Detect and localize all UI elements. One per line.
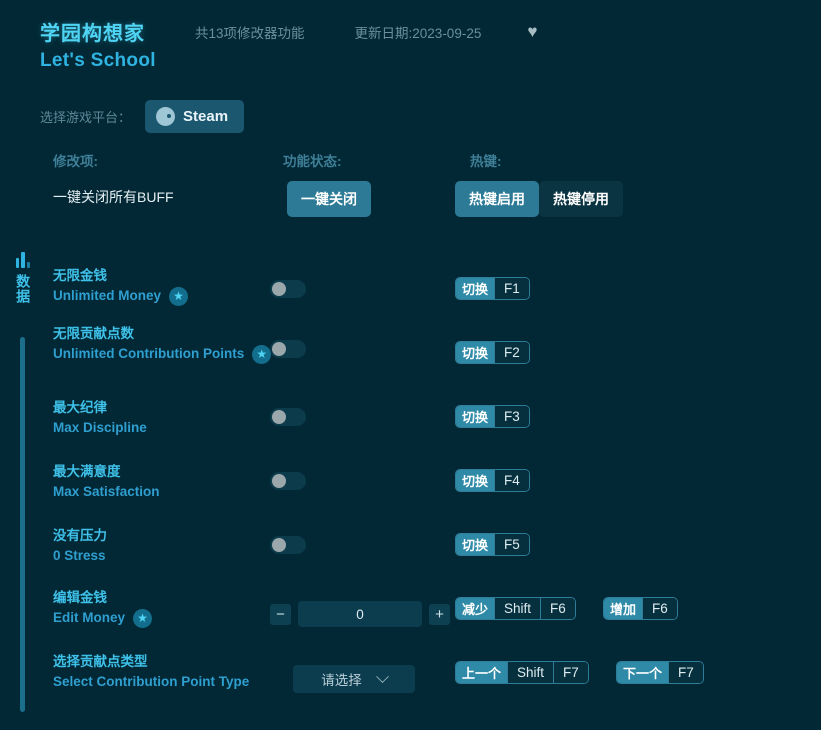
feature-name-block: 选择贡献点类型 Select Contribution Point Type bbox=[53, 652, 303, 692]
sidebar-item-label: 数据 bbox=[13, 274, 33, 304]
minus-icon[interactable]: − bbox=[270, 604, 291, 625]
chevron-down-icon bbox=[376, 670, 389, 683]
page-subtitle: Let's School bbox=[40, 50, 156, 72]
value-input[interactable] bbox=[298, 601, 422, 627]
feature-name-cn: 选择贡献点类型 bbox=[53, 652, 303, 672]
column-header-item: 修改项: bbox=[53, 150, 98, 170]
feature-name-block: 没有压力 0 Stress bbox=[53, 526, 303, 566]
hotkey-action-label: 切换 bbox=[456, 470, 494, 491]
hotkey-key: F2 bbox=[494, 342, 529, 363]
feature-name-block: 无限贡献点数 Unlimited Contribution Points bbox=[53, 324, 303, 364]
feature-name-en: Unlimited Money bbox=[53, 288, 161, 303]
feature-name-cn: 编辑金钱 bbox=[53, 588, 303, 608]
hotkey-action-label: 切换 bbox=[456, 278, 494, 299]
feature-name-cn: 没有压力 bbox=[53, 526, 303, 546]
trainer-panel: 学园构想家 共13项修改器功能 更新日期:2023-09-25 ♥ Let's … bbox=[0, 0, 821, 730]
plus-icon[interactable]: + bbox=[429, 604, 450, 625]
column-header-state: 功能状态: bbox=[283, 150, 342, 170]
bar-chart-icon bbox=[16, 252, 31, 268]
sidebar: 数据 bbox=[0, 252, 44, 712]
feature-name-cn: 无限贡献点数 bbox=[53, 324, 303, 344]
type-select-value: 请选择 bbox=[321, 669, 362, 689]
column-headers: 修改项: 功能状态: 热键: bbox=[0, 150, 821, 170]
platform-steam-button[interactable]: Steam bbox=[145, 100, 244, 133]
hotkey-key: F1 bbox=[494, 278, 529, 299]
feature-toggle[interactable] bbox=[270, 536, 306, 554]
hotkey-key: F6 bbox=[540, 598, 575, 619]
feature-name-en: Select Contribution Point Type bbox=[53, 674, 249, 689]
platform-selector: 选择游戏平台： Steam bbox=[40, 100, 244, 133]
global-buff-label: 一键关闭所有BUFF bbox=[53, 187, 174, 207]
hotkey-chip[interactable]: 上一个ShiftF7 bbox=[455, 661, 589, 684]
header-title-row: 学园构想家 共13项修改器功能 更新日期:2023-09-25 ♥ bbox=[40, 17, 537, 46]
hotkey-action-label: 上一个 bbox=[456, 662, 507, 683]
star-icon[interactable] bbox=[252, 345, 271, 364]
hotkey-key: F5 bbox=[494, 534, 529, 555]
hotkey-chip[interactable]: 切换F2 bbox=[455, 341, 530, 364]
sidebar-item-data[interactable]: 数据 bbox=[8, 252, 38, 304]
hotkey-action-label: 切换 bbox=[456, 342, 494, 363]
hotkey-chip[interactable]: 减少ShiftF6 bbox=[455, 597, 576, 620]
feature-toggle[interactable] bbox=[270, 280, 306, 298]
feature-name-cn: 无限金钱 bbox=[53, 266, 303, 286]
feature-toggle[interactable] bbox=[270, 408, 306, 426]
hotkey-action-label: 下一个 bbox=[617, 662, 668, 683]
update-date: 更新日期:2023-09-25 bbox=[355, 22, 482, 42]
feature-name-block: 编辑金钱 Edit Money bbox=[53, 588, 303, 628]
hotkey-enable-button[interactable]: 热键启用 bbox=[455, 181, 539, 217]
steam-icon bbox=[156, 107, 175, 126]
page-title: 学园构想家 bbox=[40, 17, 145, 46]
hotkey-chip[interactable]: 增加F6 bbox=[603, 597, 678, 620]
hotkey-key: Shift bbox=[494, 598, 540, 619]
platform-steam-label: Steam bbox=[183, 108, 228, 125]
hotkey-key: F7 bbox=[553, 662, 588, 683]
feature-name-cn: 最大满意度 bbox=[53, 462, 303, 482]
feature-toggle[interactable] bbox=[270, 340, 306, 358]
feature-name-cn: 最大纪律 bbox=[53, 398, 303, 418]
hotkey-key: F7 bbox=[668, 662, 703, 683]
feature-name-block: 无限金钱 Unlimited Money bbox=[53, 266, 303, 306]
hotkey-chip[interactable]: 下一个F7 bbox=[616, 661, 704, 684]
hotkey-key: F6 bbox=[642, 598, 677, 619]
platform-label: 选择游戏平台： bbox=[40, 107, 131, 126]
feature-name-en: Edit Money bbox=[53, 610, 125, 625]
hotkey-key: F3 bbox=[494, 406, 529, 427]
favorite-heart-icon[interactable]: ♥ bbox=[527, 23, 537, 40]
feature-name-block: 最大满意度 Max Satisfaction bbox=[53, 462, 303, 502]
feature-name-en: 0 Stress bbox=[53, 548, 106, 563]
hotkey-key: Shift bbox=[507, 662, 553, 683]
star-icon[interactable] bbox=[169, 287, 188, 306]
feature-name-block: 最大纪律 Max Discipline bbox=[53, 398, 303, 438]
hotkey-action-label: 切换 bbox=[456, 406, 494, 427]
scrollbar[interactable] bbox=[20, 337, 25, 712]
close-all-buffs-button[interactable]: 一键关闭 bbox=[287, 181, 371, 217]
hotkey-chip[interactable]: 切换F3 bbox=[455, 405, 530, 428]
feature-name-en: Unlimited Contribution Points bbox=[53, 346, 244, 361]
hotkey-chip[interactable]: 切换F1 bbox=[455, 277, 530, 300]
global-buff-row: 一键关闭所有BUFF 一键关闭 热键启用 热键停用 bbox=[0, 181, 821, 215]
feature-count: 共13项修改器功能 bbox=[195, 22, 305, 42]
value-stepper: −+ bbox=[270, 601, 450, 627]
feature-name-en: Max Discipline bbox=[53, 420, 147, 435]
hotkey-chip[interactable]: 切换F4 bbox=[455, 469, 530, 492]
hotkey-disable-button[interactable]: 热键停用 bbox=[539, 181, 623, 217]
hotkey-key: F4 bbox=[494, 470, 529, 491]
star-icon[interactable] bbox=[133, 609, 152, 628]
header: 学园构想家 共13项修改器功能 更新日期:2023-09-25 ♥ Let's … bbox=[0, 0, 821, 92]
hotkey-action-label: 切换 bbox=[456, 534, 494, 555]
column-header-hotkey: 热键: bbox=[470, 150, 502, 170]
feature-name-en: Max Satisfaction bbox=[53, 484, 160, 499]
type-select[interactable]: 请选择 bbox=[293, 665, 415, 693]
hotkey-chip[interactable]: 切换F5 bbox=[455, 533, 530, 556]
hotkey-action-label: 减少 bbox=[456, 598, 494, 619]
feature-toggle[interactable] bbox=[270, 472, 306, 490]
hotkey-action-label: 增加 bbox=[604, 598, 642, 619]
